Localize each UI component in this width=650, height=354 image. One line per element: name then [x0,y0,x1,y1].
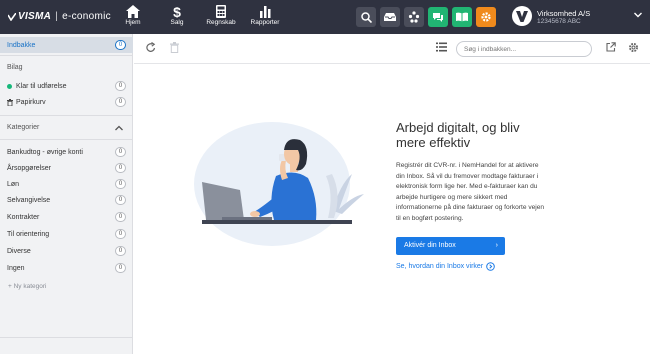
inbox-toolbar [134,34,650,64]
sidebar-item-category[interactable]: Ingen 0 [0,260,133,276]
trash-icon[interactable] [170,42,179,53]
play-circle-icon [486,262,495,271]
logo-visma-text: VISMA [18,11,52,22]
chat-button[interactable] [428,7,448,27]
company-switcher[interactable]: Virksomhed A/S 12345678 ABC [512,6,642,28]
chevron-up-icon[interactable] [115,125,123,131]
sidebar-item-category[interactable]: Årsopgørelser 0 [0,160,133,176]
count-badge: 0 [115,195,126,205]
help-book-button[interactable] [452,7,472,27]
sidebar-item-label: Bankudtog - øvrige konti [7,148,83,156]
empty-state-headline: Arbejd digitalt, og bliv mere effektiv [396,120,520,150]
apps-dots-icon [408,11,420,23]
count-badge: 0 [115,246,126,256]
refresh-icon[interactable] [146,42,156,53]
nav-sales[interactable]: $ Salg [157,4,197,32]
home-icon [126,5,140,18]
calculator-icon [216,5,226,18]
section-heading-categories: Kategorier [7,124,40,131]
sidebar-item-trash[interactable]: Papirkurv 0 [0,94,133,110]
sidebar-item-label: Kontrakter [7,213,40,221]
visma-v-logo-icon [516,10,528,22]
working-person-illustration [194,122,364,246]
count-badge: 0 [115,212,126,222]
company-name: Virksomhed A/S [537,9,591,18]
sidebar-item-category[interactable]: Diverse 0 [0,243,133,259]
search-input[interactable] [456,41,592,57]
nav-accounting[interactable]: Regnskab [201,4,241,32]
nav-sales-label: Salg [170,19,184,26]
how-inbox-works-label: Se, hvordan din Inbox virker [396,263,484,270]
sidebar-item-label: Ingen [7,264,25,272]
count-badge: 0 [115,179,126,189]
external-link-icon[interactable] [606,42,616,52]
settings-gear-icon[interactable] [628,42,639,53]
inbox-tray-icon [384,13,396,21]
sidebar-item-inbox[interactable]: Indbakke 0 [0,37,133,53]
apps-button[interactable] [404,7,424,27]
sidebar-item-ready[interactable]: Klar til udførelse 0 [0,78,133,94]
count-badge: 0 [115,81,126,91]
nav-home[interactable]: Hjem [113,4,153,32]
count-badge: 0 [115,263,126,273]
count-badge: 0 [115,229,126,239]
svg-text:$: $ [173,5,181,18]
logo-product-text: e-conomic [62,11,111,22]
nav-accounting-label: Regnskab [206,19,236,26]
divider [0,115,133,116]
empty-state-description: Registrér dit CVR-nr. i NemHandel for at… [396,162,545,222]
count-badge: 0 [115,40,126,50]
nav-reports-label: Rapporter [250,19,280,26]
count-badge: 0 [115,147,126,157]
search-icon [360,11,372,23]
search-button[interactable] [356,7,376,27]
chevron-right-icon: › [495,242,498,249]
sidebar-item-label: Papirkurv [16,98,46,106]
divider [0,139,133,140]
sidebar-item-label: Årsopgørelser [7,164,51,172]
divider [0,337,133,338]
count-badge: 0 [115,163,126,173]
section-heading-bilag: Bilag [7,64,23,71]
divider [0,55,133,56]
main-content: Arbejd digitalt, og bliv mere effektiv R… [134,34,650,354]
settings-button[interactable] [476,7,496,27]
sidebar-item-label: Klar til udførelse [16,82,67,90]
visma-check-icon [8,12,16,21]
sidebar-item-label: Selvangivelse [7,196,51,204]
status-dot-icon [7,83,12,89]
sidebar-item-category[interactable]: Bankudtog - øvrige konti 0 [0,144,133,160]
count-badge: 0 [115,97,126,107]
sidebar-item-category[interactable]: Selvangivelse 0 [0,192,133,208]
sidebar-item-category[interactable]: Løn 0 [0,176,133,192]
top-navigation-bar: VISMA | e-conomic Hjem $ Salg Regnskab R… [0,0,650,34]
activate-inbox-label: Aktivér din Inbox [404,242,456,249]
nav-home-label: Hjem [125,19,141,26]
app-logo[interactable]: VISMA | e-conomic [8,11,111,22]
chevron-down-icon [634,12,642,18]
list-view-icon[interactable] [436,42,447,52]
sidebar-item-label: Indbakke [7,41,36,49]
inbox-button[interactable] [380,7,400,27]
new-category-link[interactable]: + Ny kategori [8,283,46,290]
dollar-icon: $ [173,5,181,18]
company-avatar [512,6,532,26]
sidebar-item-category[interactable]: Kontrakter 0 [0,209,133,225]
sidebar-item-label: Løn [7,180,20,188]
sidebar-item-label: Diverse [7,247,31,255]
activate-inbox-button[interactable]: Aktivér din Inbox › [396,237,505,255]
book-icon [456,12,468,22]
sidebar-item-label: Til orientering [7,230,50,238]
gear-icon [481,12,491,22]
bar-chart-icon [260,6,271,18]
nav-reports[interactable]: Rapporter [245,4,285,32]
sidebar: Indbakke 0 Bilag Klar til udførelse 0 Pa… [0,34,133,354]
how-inbox-works-link[interactable]: Se, hvordan din Inbox virker [396,262,495,271]
sidebar-item-category[interactable]: Til orientering 0 [0,226,133,242]
logo-separator: | [55,11,59,22]
trash-icon [7,98,13,106]
chat-bubbles-icon [433,12,443,22]
company-cvr: 12345678 ABC [537,18,581,25]
